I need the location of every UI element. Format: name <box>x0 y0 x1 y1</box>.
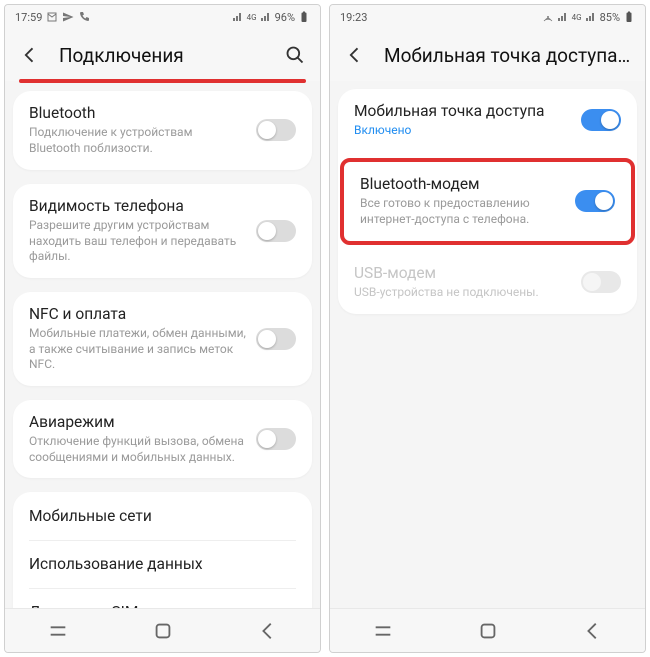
search-button[interactable] <box>284 44 306 66</box>
settings-list: Bluetooth Подключение к устройствам Blue… <box>5 83 320 608</box>
nav-recents[interactable] <box>38 611 78 651</box>
settings-list: Мобильная точка доступа Включено Bluetoo… <box>330 81 645 608</box>
header: Подключения <box>5 29 320 81</box>
setting-mobile-hotspot[interactable]: Мобильная точка доступа Включено <box>338 89 637 152</box>
setting-data-usage[interactable]: Использование данных <box>13 540 312 588</box>
status-time: 19:23 <box>340 11 367 24</box>
setting-phone-visibility[interactable]: Видимость телефона Разрешите другим устр… <box>13 184 312 278</box>
row-title: Использование данных <box>29 555 296 574</box>
toggle-switch <box>581 271 621 293</box>
row-title: Bluetooth <box>29 104 246 123</box>
nav-home[interactable] <box>468 611 508 651</box>
settings-group: Мобильные сети Использование данных Дисп… <box>13 492 312 608</box>
setting-sim-manager[interactable]: Диспетчер SIM-карт <box>13 588 312 608</box>
highlight-box: Bluetooth-модем Все готово к предоставле… <box>340 158 635 245</box>
toggle-switch[interactable] <box>256 328 296 350</box>
row-title: USB-модем <box>354 264 571 283</box>
nav-home[interactable] <box>143 611 183 651</box>
settings-group: Bluetooth Подключение к устройствам Blue… <box>13 91 312 170</box>
toggle-switch[interactable] <box>256 428 296 450</box>
setting-airplane[interactable]: Авиарежим Отключение функций вызова, обм… <box>13 400 312 479</box>
settings-group: Авиарежим Отключение функций вызова, обм… <box>13 400 312 479</box>
page-title: Мобильная точка доступа и мод... <box>384 44 631 67</box>
nav-recents[interactable] <box>363 611 403 651</box>
row-subtitle: Отключение функций вызова, обмена сообще… <box>29 434 246 465</box>
status-bar: 17:59 4G 96% <box>5 5 320 29</box>
phone-icon <box>78 11 90 23</box>
row-title: Диспетчер SIM-карт <box>29 603 296 608</box>
signal-icon <box>585 11 597 23</box>
row-title: Bluetooth-модем <box>360 175 565 194</box>
nav-back[interactable] <box>248 611 288 651</box>
setting-mobile-networks[interactable]: Мобильные сети <box>13 492 312 540</box>
setting-bluetooth[interactable]: Bluetooth Подключение к устройствам Blue… <box>13 91 312 170</box>
row-subtitle: USB-устройства не подключены. <box>354 285 571 301</box>
page-title: Подключения <box>59 44 284 67</box>
toggle-switch[interactable] <box>575 190 615 212</box>
row-title: Мобильные сети <box>29 507 296 526</box>
battery-icon <box>623 11 635 23</box>
setting-usb-tethering: USB-модем USB-устройства не подключены. <box>338 251 637 314</box>
status-net: 4G <box>247 13 257 22</box>
toggle-switch[interactable] <box>256 220 296 242</box>
hotspot-icon <box>542 11 554 23</box>
back-button[interactable] <box>344 44 366 66</box>
row-title: Видимость телефона <box>29 197 246 216</box>
signal-icon <box>557 11 569 23</box>
row-subtitle: Разрешите другим устройствам находить ва… <box>29 218 246 265</box>
phone-left: 17:59 4G 96% Подключения Bluetooth <box>4 4 321 653</box>
status-time: 17:59 <box>15 11 42 24</box>
send-icon <box>62 11 74 23</box>
nav-bar <box>330 608 645 652</box>
nav-back[interactable] <box>573 611 613 651</box>
toggle-switch[interactable] <box>256 119 296 141</box>
toggle-switch[interactable] <box>581 109 621 131</box>
setting-nfc[interactable]: NFC и оплата Мобильные платежи, обмен да… <box>13 292 312 386</box>
row-subtitle: Подключение к устройствам Bluetooth побл… <box>29 125 246 156</box>
mail-icon <box>46 11 58 23</box>
row-title: Мобильная точка доступа <box>354 102 571 121</box>
row-subtitle: Мобильные платежи, обмен данными, а такж… <box>29 326 246 373</box>
settings-group: Видимость телефона Разрешите другим устр… <box>13 184 312 278</box>
row-subtitle: Включено <box>354 123 571 139</box>
signal-icon <box>260 11 272 23</box>
status-battery: 85% <box>600 11 620 24</box>
row-title: NFC и оплата <box>29 305 246 324</box>
signal-icon <box>232 11 244 23</box>
settings-group: NFC и оплата Мобильные платежи, обмен да… <box>13 292 312 386</box>
row-subtitle: Все готово к предоставлению интернет-дос… <box>360 196 565 227</box>
setting-bluetooth-tethering[interactable]: Bluetooth-модем Все готово к предоставле… <box>344 162 631 241</box>
settings-group: Мобильная точка доступа Включено Bluetoo… <box>338 89 637 314</box>
battery-icon <box>298 11 310 23</box>
status-battery: 96% <box>275 11 295 24</box>
phone-right: 19:23 4G 85% Мобильная точка доступа и м… <box>329 4 646 653</box>
nav-bar <box>5 608 320 652</box>
header: Мобильная точка доступа и мод... <box>330 29 645 81</box>
row-title: Авиарежим <box>29 413 246 432</box>
back-button[interactable] <box>19 44 41 66</box>
status-bar: 19:23 4G 85% <box>330 5 645 29</box>
status-net: 4G <box>572 13 582 22</box>
